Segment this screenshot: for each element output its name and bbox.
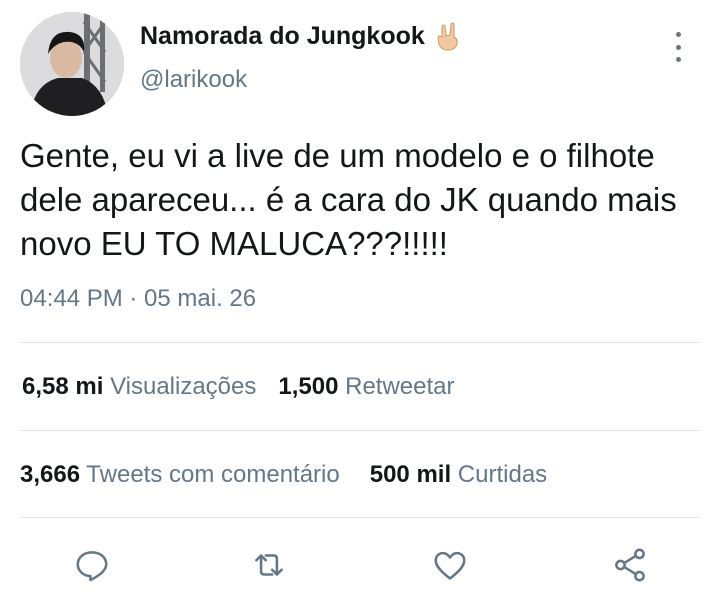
quotes-stat[interactable]: 3,666 Tweets com comentário (20, 461, 340, 488)
divider (20, 342, 700, 343)
views-stat[interactable]: 6,58 mi Visualizações (22, 373, 256, 400)
share-icon (615, 548, 645, 582)
reply-button[interactable] (72, 545, 112, 585)
divider (20, 430, 700, 431)
share-button[interactable] (610, 545, 650, 585)
author-handle[interactable]: @larikook (140, 66, 247, 94)
views-count: 6,58 mi (22, 373, 104, 400)
more-dot-icon (675, 44, 681, 50)
stats-row-views-retweets: 6,58 mi Visualizações 1,500 Retweetar (22, 373, 455, 401)
divider (20, 517, 700, 518)
retweets-label: Retweetar (345, 373, 455, 400)
more-dot-icon (675, 32, 681, 37)
like-button[interactable] (430, 545, 470, 585)
tweet-text: Gente, eu vi a live de um modelo e o fil… (20, 137, 677, 262)
author-display-name[interactable]: Namorada do Jungkook (140, 20, 465, 52)
retweets-count: 1,500 (278, 373, 339, 400)
like-icon (434, 551, 466, 580)
more-options-button[interactable] (664, 30, 692, 64)
sign-of-the-horns-hand-icon (433, 20, 465, 52)
profile-photo-icon (20, 12, 124, 116)
retweet-icon (255, 554, 283, 576)
retweet-button[interactable] (249, 545, 289, 585)
display-name-text: Namorada do Jungkook (140, 21, 425, 50)
views-label: Visualizações (110, 373, 257, 400)
retweets-stat[interactable]: 1,500 Retweetar (278, 373, 454, 400)
likes-label: Curtidas (457, 461, 548, 488)
likes-count: 500 mil (369, 461, 452, 488)
likes-stat[interactable]: 500 mil Curtidas (370, 461, 547, 488)
reply-icon (76, 551, 108, 582)
quotes-count: 3,666 (20, 461, 81, 488)
tweet-actions-bar (0, 545, 720, 585)
stats-row-quotes-likes: 3,666 Tweets com comentário 500 mil Curti… (20, 461, 547, 489)
quotes-label: Tweets com comentário (86, 461, 340, 488)
more-dot-icon (675, 57, 681, 62)
tweet-timestamp[interactable]: 04:44 PM · 05 mai. 26 (20, 285, 256, 313)
avatar[interactable] (20, 12, 124, 116)
